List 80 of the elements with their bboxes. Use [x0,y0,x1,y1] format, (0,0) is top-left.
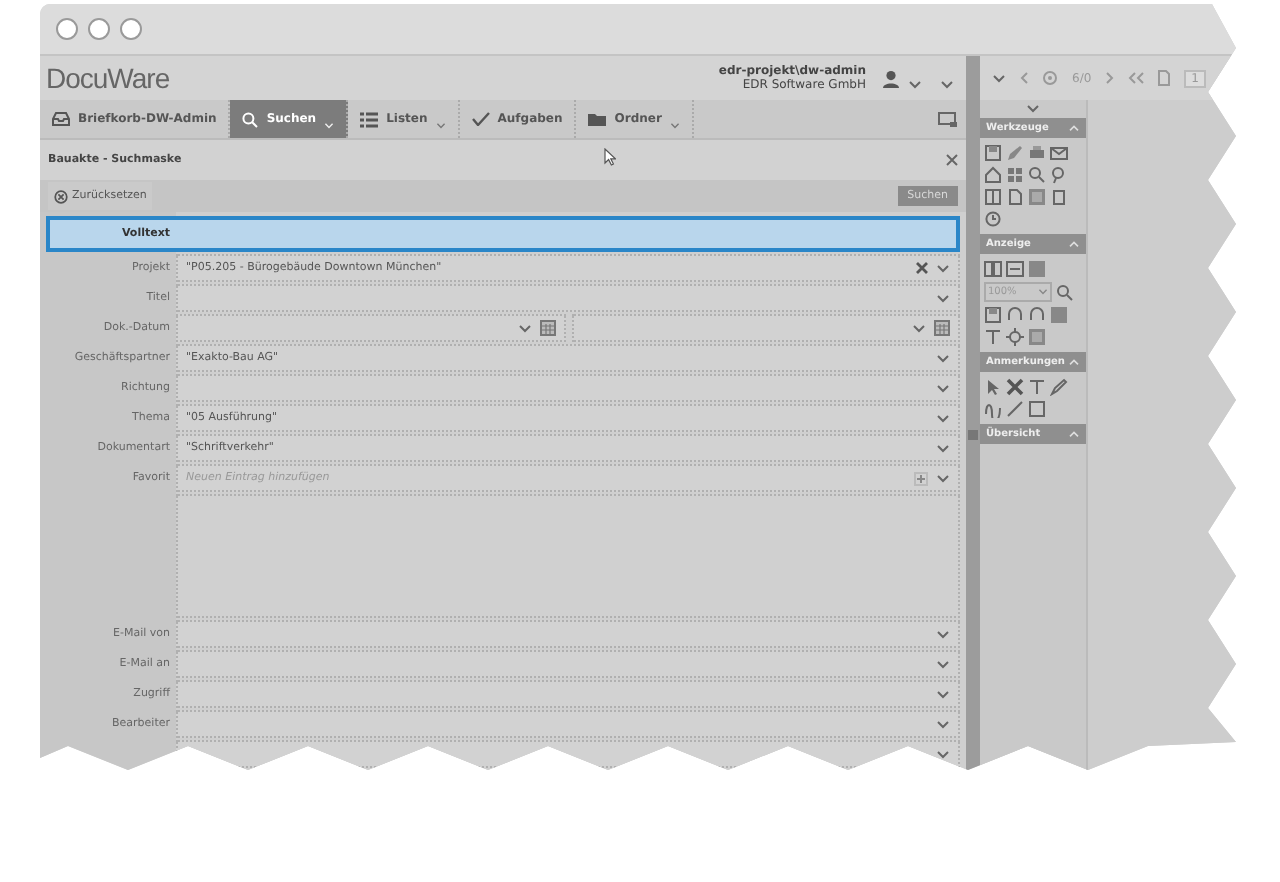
document-icon[interactable] [1006,188,1024,206]
printer-icon[interactable] [1028,144,1046,162]
pencil-icon[interactable] [1006,144,1024,162]
checkmark-icon [471,112,490,126]
pen-icon[interactable] [1050,378,1068,396]
chevron-down-icon[interactable] [1038,288,1048,296]
date-field[interactable] [571,314,960,342]
chevron-down-icon[interactable] [517,323,531,333]
save-icon[interactable] [984,306,1002,324]
text-tool-icon[interactable] [1028,378,1046,396]
caret-icon[interactable] [669,121,680,129]
rectangle-icon[interactable] [1028,400,1046,418]
freehand-icon[interactable] [984,400,1002,418]
save-icon[interactable] [984,144,1002,162]
caret-icon [1068,124,1080,132]
grid-icon[interactable] [1006,166,1024,184]
list-icon [360,111,379,127]
combo-field[interactable] [176,650,960,678]
combo-field[interactable] [176,284,960,312]
window-icon[interactable] [938,111,958,127]
fit-page-icon[interactable] [1028,260,1046,278]
first-page-icon[interactable] [1127,72,1144,84]
combo-field[interactable] [176,620,960,648]
chevron-down-icon[interactable] [936,719,950,729]
reset-icon [54,189,68,203]
previous-icon[interactable] [1020,72,1028,84]
history-icon[interactable] [984,210,1002,228]
folder-icon [588,112,607,126]
combo-field[interactable] [176,374,960,402]
chevron-down-icon[interactable] [936,443,950,453]
search-icon[interactable] [1056,283,1074,301]
two-pages-icon[interactable] [984,260,1002,278]
chevron-down-icon[interactable] [936,353,950,363]
inbox-icon [52,112,70,126]
chevron-down-icon[interactable] [936,659,950,669]
cross-icon[interactable] [1006,378,1024,396]
window-control-button[interactable] [120,18,142,40]
chevron-down-icon[interactable] [936,293,950,303]
close-icon[interactable] [946,154,958,166]
columns-icon[interactable] [984,188,1002,206]
text-tool-icon[interactable] [984,328,1002,346]
calendar-icon[interactable] [539,320,555,336]
chevron-down-icon[interactable] [936,263,950,273]
chevron-down-icon[interactable] [908,79,922,89]
chevron-down-icon[interactable] [912,323,926,333]
combo-field[interactable] [176,740,960,768]
caret-icon [1068,240,1080,248]
search-icon [242,111,259,127]
caret-icon[interactable] [435,121,446,129]
chevron-down-icon[interactable] [940,79,954,89]
window-control-button[interactable] [88,18,110,40]
window-control-button[interactable] [56,18,78,40]
chevron-down-icon[interactable] [936,749,950,759]
clear-icon[interactable] [916,262,928,274]
scrollbar-thumb[interactable] [968,430,978,440]
crosshair-icon[interactable] [1006,328,1024,346]
combo-field[interactable] [176,710,960,738]
chevron-down-icon[interactable] [936,629,950,639]
fit-page-icon[interactable] [1050,306,1068,324]
mouse-pointer-icon [604,148,616,166]
document-icon[interactable] [1157,70,1170,86]
mail-icon[interactable] [1050,144,1068,162]
search-icon[interactable] [1028,166,1046,184]
caret-icon [1068,358,1080,366]
user-icon[interactable] [882,69,900,87]
logo: DocuWare [46,62,170,94]
calendar-icon[interactable] [934,320,950,336]
add-button[interactable] [914,471,928,485]
combo-field[interactable] [176,680,960,708]
chevron-down-icon[interactable] [936,689,950,699]
chevron-down-icon[interactable] [936,473,950,483]
chevron-down-icon[interactable] [936,383,950,393]
line-icon[interactable] [1006,400,1024,418]
chevron-down-icon[interactable] [936,413,950,423]
date-field[interactable] [176,314,565,342]
next-icon[interactable] [1105,72,1114,84]
caret-icon [1068,430,1080,438]
house-icon[interactable] [984,166,1002,184]
pointer-icon[interactable] [984,378,1002,396]
fit-width-icon[interactable] [1006,260,1024,278]
